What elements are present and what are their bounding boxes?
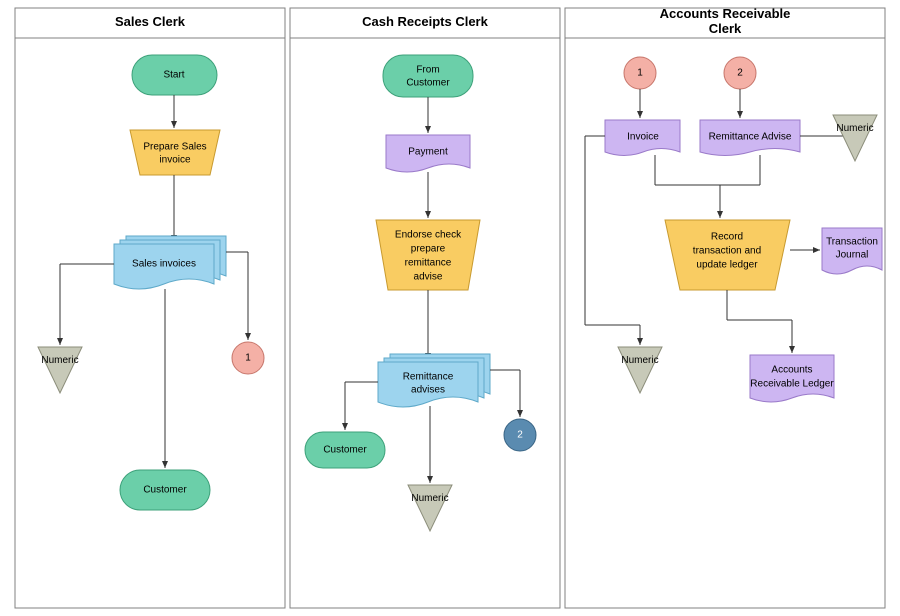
svg-text:invoice: invoice xyxy=(159,155,191,166)
svg-text:From: From xyxy=(416,65,439,76)
svg-text:Customer: Customer xyxy=(323,445,367,456)
svg-text:advises: advises xyxy=(411,385,445,396)
svg-text:Journal: Journal xyxy=(836,250,869,261)
svg-text:Numeric: Numeric xyxy=(411,493,448,504)
lane-header-ar-2: Clerk xyxy=(709,21,742,36)
svg-text:Accounts: Accounts xyxy=(771,365,812,376)
lane-sales xyxy=(15,8,285,608)
from-customer xyxy=(383,55,473,97)
svg-text:1: 1 xyxy=(637,68,643,79)
remittance-stack: Remittance advises xyxy=(378,354,490,407)
svg-text:update ledger: update ledger xyxy=(696,260,758,271)
svg-text:Numeric: Numeric xyxy=(621,355,658,366)
svg-text:Transaction: Transaction xyxy=(826,237,878,248)
lane-header-ar-1: Accounts Receivable xyxy=(660,6,791,21)
svg-text:Payment: Payment xyxy=(408,147,448,158)
svg-text:Customer: Customer xyxy=(143,485,187,496)
lane-header-sales: Sales Clerk xyxy=(115,14,186,29)
svg-text:advise: advise xyxy=(414,272,443,283)
ar-file-2 xyxy=(618,347,662,393)
lane-ar xyxy=(565,8,885,608)
svg-text:Endorse check: Endorse check xyxy=(395,230,462,241)
svg-text:Numeric: Numeric xyxy=(41,355,78,366)
ar-file-1 xyxy=(833,115,877,161)
swimlane-diagram: Sales Clerk Cash Receipts Clerk Accounts… xyxy=(0,0,900,616)
svg-text:prepare: prepare xyxy=(411,244,446,255)
svg-text:Remittance Advise: Remittance Advise xyxy=(709,132,792,143)
svg-text:Record: Record xyxy=(711,232,743,243)
svg-text:remittance: remittance xyxy=(405,258,452,269)
svg-text:Invoice: Invoice xyxy=(627,132,659,143)
svg-text:2: 2 xyxy=(517,430,523,441)
start-label: Start xyxy=(163,70,184,81)
lane-header-cash: Cash Receipts Clerk xyxy=(362,14,488,29)
svg-text:Prepare Sales: Prepare Sales xyxy=(143,142,206,153)
svg-text:Numeric: Numeric xyxy=(836,123,873,134)
svg-text:1: 1 xyxy=(245,353,251,364)
svg-text:Receivable Ledger: Receivable Ledger xyxy=(750,379,834,390)
svg-text:Remittance: Remittance xyxy=(403,372,454,383)
svg-text:2: 2 xyxy=(737,68,743,79)
svg-text:Customer: Customer xyxy=(406,78,450,89)
prepare-invoice xyxy=(130,130,220,175)
svg-text:transaction and: transaction and xyxy=(693,246,761,257)
cash-file xyxy=(408,485,452,531)
sales-invoices-stack: Sales invoices xyxy=(114,236,226,289)
sales-file xyxy=(38,347,82,393)
svg-text:Sales invoices: Sales invoices xyxy=(132,259,196,270)
